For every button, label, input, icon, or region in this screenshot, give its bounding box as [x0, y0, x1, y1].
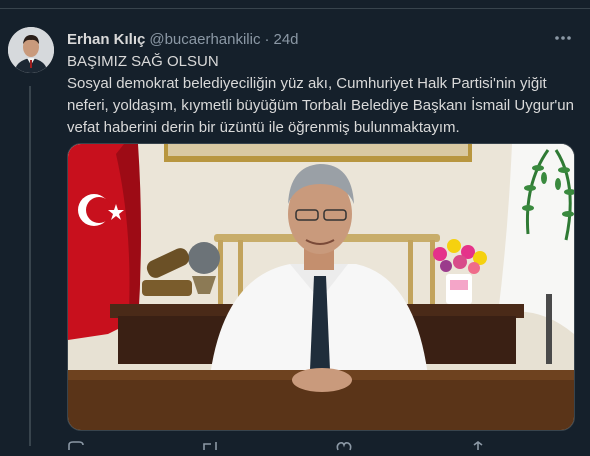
tweet-text-heading: BAŞIMIZ SAĞ OLSUN [67, 53, 219, 70]
retweet-icon[interactable] [201, 438, 219, 456]
like-icon[interactable] [335, 438, 353, 456]
reply-icon[interactable] [67, 438, 85, 456]
tweet-actions [67, 438, 507, 451]
share-icon[interactable] [469, 438, 487, 456]
avatar[interactable] [8, 27, 54, 73]
tweet-photo[interactable] [67, 143, 575, 431]
separator-dot: · [264, 30, 270, 48]
author-handle[interactable]: @bucaerhankilic [149, 31, 260, 48]
top-divider [0, 0, 590, 9]
author-name[interactable]: Erhan Kılıç [67, 31, 145, 48]
more-options-icon[interactable] [552, 29, 574, 47]
tweet-text-body: Sosyal demokrat belediyeciliğin yüz akı,… [67, 75, 574, 136]
tweet-text: BAŞIMIZ SAĞ OLSUN Sosyal demokrat beledi… [67, 51, 577, 139]
tweet-header: Erhan Kılıç @bucaerhankilic · 24d [67, 29, 299, 49]
thread-connector-line [29, 86, 31, 446]
tweet-timestamp[interactable]: 24d [273, 31, 298, 48]
